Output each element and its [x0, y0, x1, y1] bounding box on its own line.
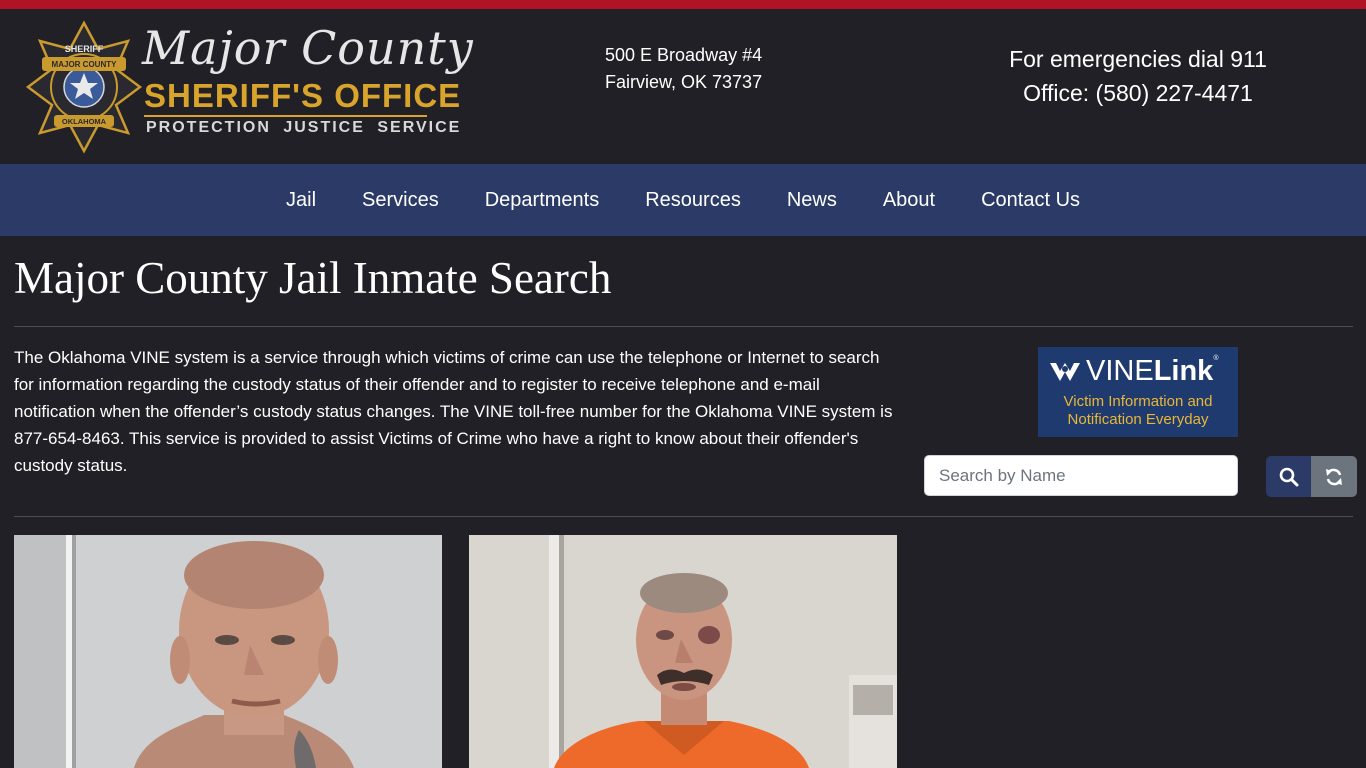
- site-header: SHERIFF MAJOR COUNTY OKLAHOMA Major Coun…: [0, 9, 1366, 164]
- logo-tagline: PROTECTION JUSTICE SERVICE: [146, 119, 462, 136]
- inmate-card[interactable]: [469, 535, 897, 768]
- svg-text:SHERIFF: SHERIFF: [65, 44, 104, 54]
- nav-item-jail[interactable]: Jail: [263, 189, 339, 212]
- search-icon: [1279, 467, 1298, 486]
- address-line-1: 500 E Broadway #4: [605, 45, 763, 65]
- office-address: 500 E Broadway #4 Fairview, OK 73737: [605, 42, 762, 96]
- search-divider: [14, 516, 1353, 517]
- office-phone[interactable]: Office: (580) 227-4471: [1000, 76, 1276, 110]
- vinelink-banner[interactable]: VINELink® Victim Information and Notific…: [1038, 347, 1238, 437]
- title-divider: [14, 326, 1353, 327]
- contact-info: For emergencies dial 911 Office: (580) 2…: [1000, 42, 1276, 110]
- vine-intro-text: The Oklahoma VINE system is a service th…: [14, 348, 893, 475]
- logo-rule: [144, 115, 427, 117]
- nav-item-services[interactable]: Services: [339, 189, 462, 212]
- main-navigation: Jail Services Departments Resources News…: [0, 164, 1366, 236]
- inmate-photo: [14, 535, 442, 768]
- search-button[interactable]: [1266, 456, 1311, 497]
- svg-text:MAJOR COUNTY: MAJOR COUNTY: [52, 60, 118, 69]
- vine-checkmark-icon: [1050, 362, 1080, 381]
- logo-office-name: SHERIFF'S OFFICE: [144, 77, 462, 114]
- nav-item-news[interactable]: News: [764, 189, 860, 212]
- nav-item-contact-us[interactable]: Contact Us: [958, 189, 1103, 212]
- logo-county-name: Major County: [142, 21, 474, 75]
- emergency-text: For emergencies dial 911: [1009, 46, 1267, 72]
- address-line-2: Fairview, OK 73737: [605, 72, 763, 92]
- nav-list: Jail Services Departments Resources News…: [263, 164, 1103, 236]
- sheriff-logo[interactable]: SHERIFF MAJOR COUNTY OKLAHOMA Major Coun…: [24, 19, 473, 154]
- top-accent-bar: [0, 0, 1366, 9]
- inmate-photo: [469, 535, 897, 768]
- nav-item-departments[interactable]: Departments: [462, 189, 623, 212]
- refresh-icon: [1326, 468, 1342, 485]
- name-search-input[interactable]: [924, 455, 1238, 496]
- nav-item-about[interactable]: About: [860, 189, 958, 212]
- vine-wordmark: VINELink®: [1086, 355, 1219, 387]
- page-title: Major County Jail Inmate Search: [14, 253, 612, 303]
- vine-subtitle: Victim Information and Notification Ever…: [1063, 393, 1213, 428]
- vinelink-logo: VINELink®: [1048, 355, 1218, 388]
- nav-item-resources[interactable]: Resources: [622, 189, 764, 212]
- reset-search-button[interactable]: [1311, 456, 1357, 497]
- inmate-card[interactable]: [14, 535, 442, 768]
- sheriff-badge-icon: SHERIFF MAJOR COUNTY OKLAHOMA: [25, 20, 143, 154]
- svg-text:OKLAHOMA: OKLAHOMA: [62, 117, 107, 126]
